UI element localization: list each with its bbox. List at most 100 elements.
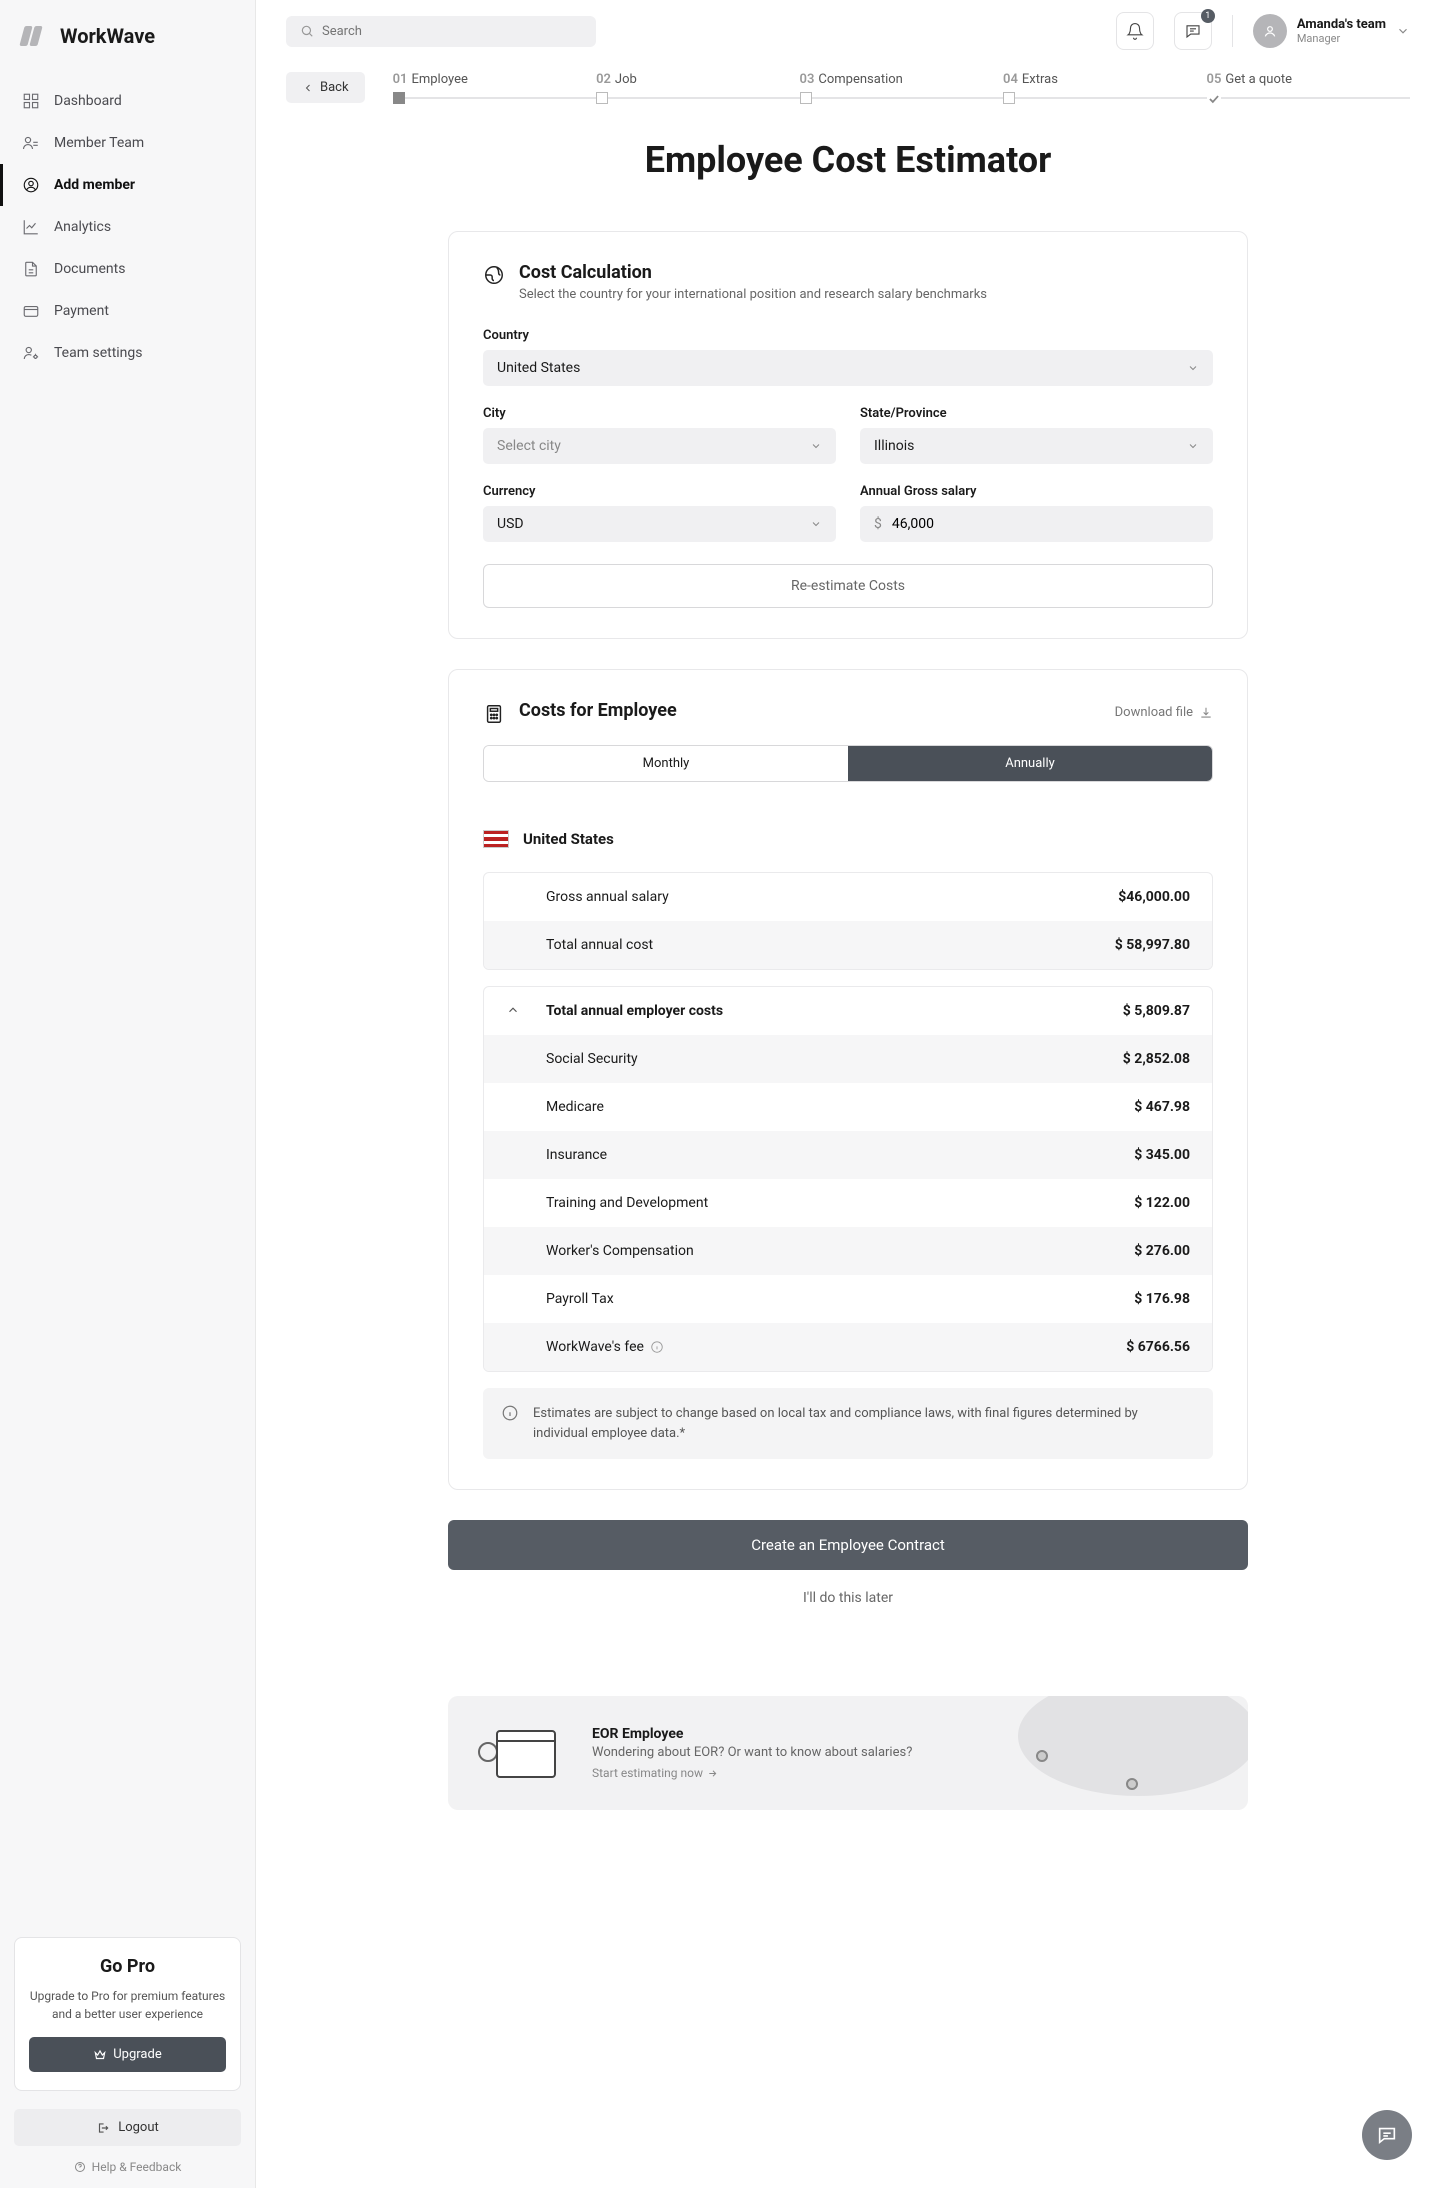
messages-button[interactable]: 1 [1174,12,1212,50]
country-select[interactable]: United States [483,350,1213,386]
chat-icon [1376,2124,1398,2146]
sidebar-item-documents[interactable]: Documents [0,248,255,290]
cost-row: Total annual cost $ 58,997.80 [484,921,1212,969]
divider [1232,15,1233,47]
cost-row: Gross annual salary $46,000.00 [484,873,1212,921]
chat-fab[interactable] [1362,2110,1412,2160]
step-employee[interactable]: 01Employee [393,72,596,99]
globe-icon [483,264,505,286]
content: Back 01Employee 02Job 03Compensation [256,62,1440,1870]
costs-title: Costs for Employee [519,700,677,721]
promo-link[interactable]: Start estimating now [592,1766,1220,1780]
costs-card: Costs for Employee Download file Monthly… [448,669,1248,1490]
chart-icon [22,218,40,236]
pro-title: Go Pro [29,1956,226,1977]
nav-label: Add member [54,177,135,193]
salary-input[interactable]: $ [860,506,1213,542]
city-select[interactable]: Select city [483,428,836,464]
main: 1 Amanda's team Manager Back [256,0,1440,2188]
chevron-down-icon [1187,440,1199,452]
promo-desc: Wondering about EOR? Or want to know abo… [592,1745,1220,1760]
user-name: Amanda's team [1297,17,1386,32]
state-label: State/Province [860,406,1213,421]
us-flag-icon [483,830,509,848]
check-icon [1207,92,1221,106]
country-label: Country [483,328,1213,343]
sidebar-item-payment[interactable]: Payment [0,290,255,332]
calc-title: Cost Calculation [519,262,987,283]
nav-label: Documents [54,261,125,277]
logo-icon [22,26,50,46]
currency-select[interactable]: USD [483,506,836,542]
user-gear-icon [22,344,40,362]
cost-calculation-card: Cost Calculation Select the country for … [448,231,1248,639]
help-label: Help & Feedback [92,2160,182,2174]
search-field[interactable] [322,24,582,39]
city-label: City [483,406,836,421]
nav-label: Member Team [54,135,144,151]
calc-sub: Select the country for your internationa… [519,287,987,302]
document-icon [22,260,40,278]
upgrade-button[interactable]: Upgrade [29,2037,226,2072]
logout-button[interactable]: Logout [14,2109,241,2146]
cost-row: Social Security$ 2,852.08 [484,1035,1212,1083]
state-select[interactable]: Illinois [860,428,1213,464]
cost-row: WorkWave's fee $ 6766.56 [484,1323,1212,1371]
step-quote[interactable]: 05Get a quote [1207,72,1410,99]
cost-row: Medicare$ 467.98 [484,1083,1212,1131]
period-tabs: Monthly Annually [483,745,1213,782]
sidebar-item-add-member[interactable]: Add member [0,164,255,206]
create-contract-button[interactable]: Create an Employee Contract [448,1520,1248,1570]
chevron-down-icon [810,440,822,452]
sidebar-item-analytics[interactable]: Analytics [0,206,255,248]
employer-header[interactable]: Total annual employer costs $ 5,809.87 [484,987,1212,1035]
salary-label: Annual Gross salary [860,484,1213,499]
nav: Dashboard Member Team Add member Analyti… [0,72,255,1923]
progress-steps: 01Employee 02Job 03Compensation 04Extras [393,72,1410,99]
search-input[interactable] [286,16,596,47]
disclaimer: Estimates are subject to change based on… [483,1388,1213,1459]
reestimate-button[interactable]: Re-estimate Costs [483,564,1213,608]
step-compensation[interactable]: 03Compensation [800,72,1003,99]
sidebar-item-dashboard[interactable]: Dashboard [0,80,255,122]
pro-card: Go Pro Upgrade to Pro for premium featur… [14,1937,241,2091]
crown-icon [93,2048,107,2062]
step-extras[interactable]: 04Extras [1003,72,1206,99]
download-link[interactable]: Download file [1115,705,1213,720]
users-icon [22,134,40,152]
info-icon[interactable] [650,1340,664,1354]
info-icon [501,1404,519,1422]
sidebar-item-team-settings[interactable]: Team settings [0,332,255,374]
country-name: United States [523,830,614,848]
user-plus-icon [22,176,40,194]
promo-banner[interactable]: EOR Employee Wondering about EOR? Or wan… [448,1696,1248,1810]
help-link[interactable]: Help & Feedback [14,2160,241,2174]
arrow-left-icon [302,82,314,94]
currency-label: Currency [483,484,836,499]
cost-row: Payroll Tax$ 176.98 [484,1275,1212,1323]
chevron-down-icon [810,518,822,530]
nav-label: Analytics [54,219,111,235]
user-menu[interactable]: Amanda's team Manager [1253,14,1410,48]
do-later-link[interactable]: I'll do this later [448,1580,1248,1616]
salary-field[interactable] [892,516,1199,532]
logout-icon [96,2121,110,2135]
cost-row: Worker's Compensation$ 276.00 [484,1227,1212,1275]
calculator-icon [483,703,505,725]
sidebar: WorkWave Dashboard Member Team Add membe… [0,0,256,2188]
logo[interactable]: WorkWave [0,0,255,72]
nav-label: Payment [54,303,109,319]
tab-monthly[interactable]: Monthly [484,746,848,781]
topbar: 1 Amanda's team Manager [256,0,1440,62]
avatar [1253,14,1287,48]
sidebar-item-member-team[interactable]: Member Team [0,122,255,164]
back-button[interactable]: Back [286,72,365,103]
message-badge: 1 [1201,9,1215,23]
user-icon [1262,23,1278,39]
grid-icon [22,92,40,110]
notifications-button[interactable] [1116,12,1154,50]
back-label: Back [320,80,349,95]
chevron-up-icon [506,1003,520,1017]
tab-annually[interactable]: Annually [848,746,1212,781]
step-job[interactable]: 02Job [596,72,799,99]
